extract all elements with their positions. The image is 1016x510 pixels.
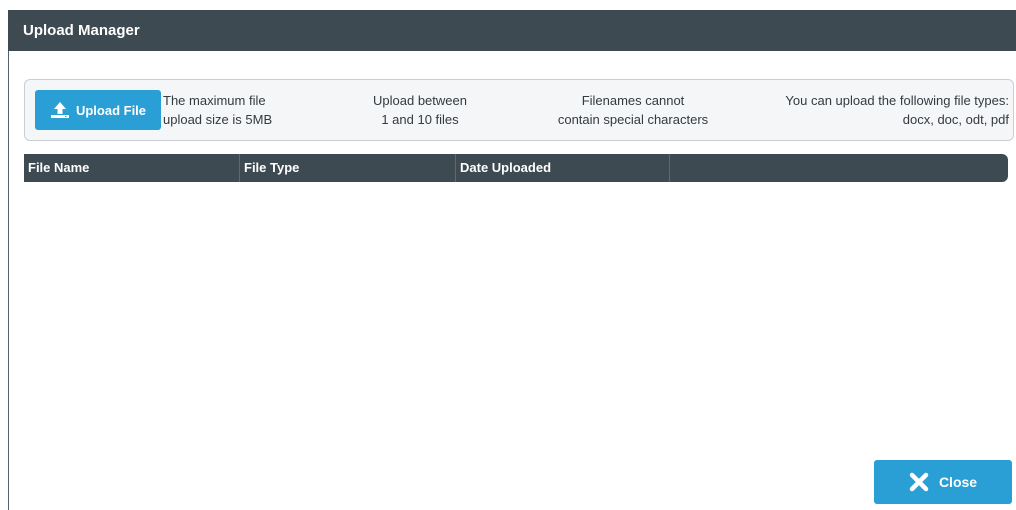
upload-file-label: Upload File [75, 102, 147, 118]
column-header-file-name[interactable]: File Name [24, 154, 240, 182]
column-header-actions [670, 154, 1008, 182]
dialog-left-border [8, 10, 9, 510]
upload-manager-dialog: Upload Manager Upload File The maximum f… [0, 0, 1016, 510]
filename-rules-info: Filenames cannot contain special charact… [557, 93, 709, 127]
dialog-title: Upload Manager [8, 10, 1016, 51]
file-count-info: Upload between 1 and 10 files [373, 93, 467, 127]
files-table-body [24, 182, 1008, 442]
close-label: Close [938, 474, 978, 490]
upload-icon [50, 101, 70, 119]
column-header-date-uploaded[interactable]: Date Uploaded [456, 154, 670, 182]
upload-info-panel: Upload File The maximum file upload size… [24, 79, 1014, 141]
max-size-info: The maximum file upload size is 5MB [163, 93, 273, 127]
upload-file-button[interactable]: Upload File [35, 90, 161, 130]
close-button[interactable]: Close [874, 460, 1012, 504]
files-table-header: File Name File Type Date Uploaded [24, 154, 1008, 182]
column-header-file-type[interactable]: File Type [240, 154, 456, 182]
file-types-info: You can upload the following file types:… [785, 93, 1009, 127]
close-x-icon [909, 472, 929, 492]
